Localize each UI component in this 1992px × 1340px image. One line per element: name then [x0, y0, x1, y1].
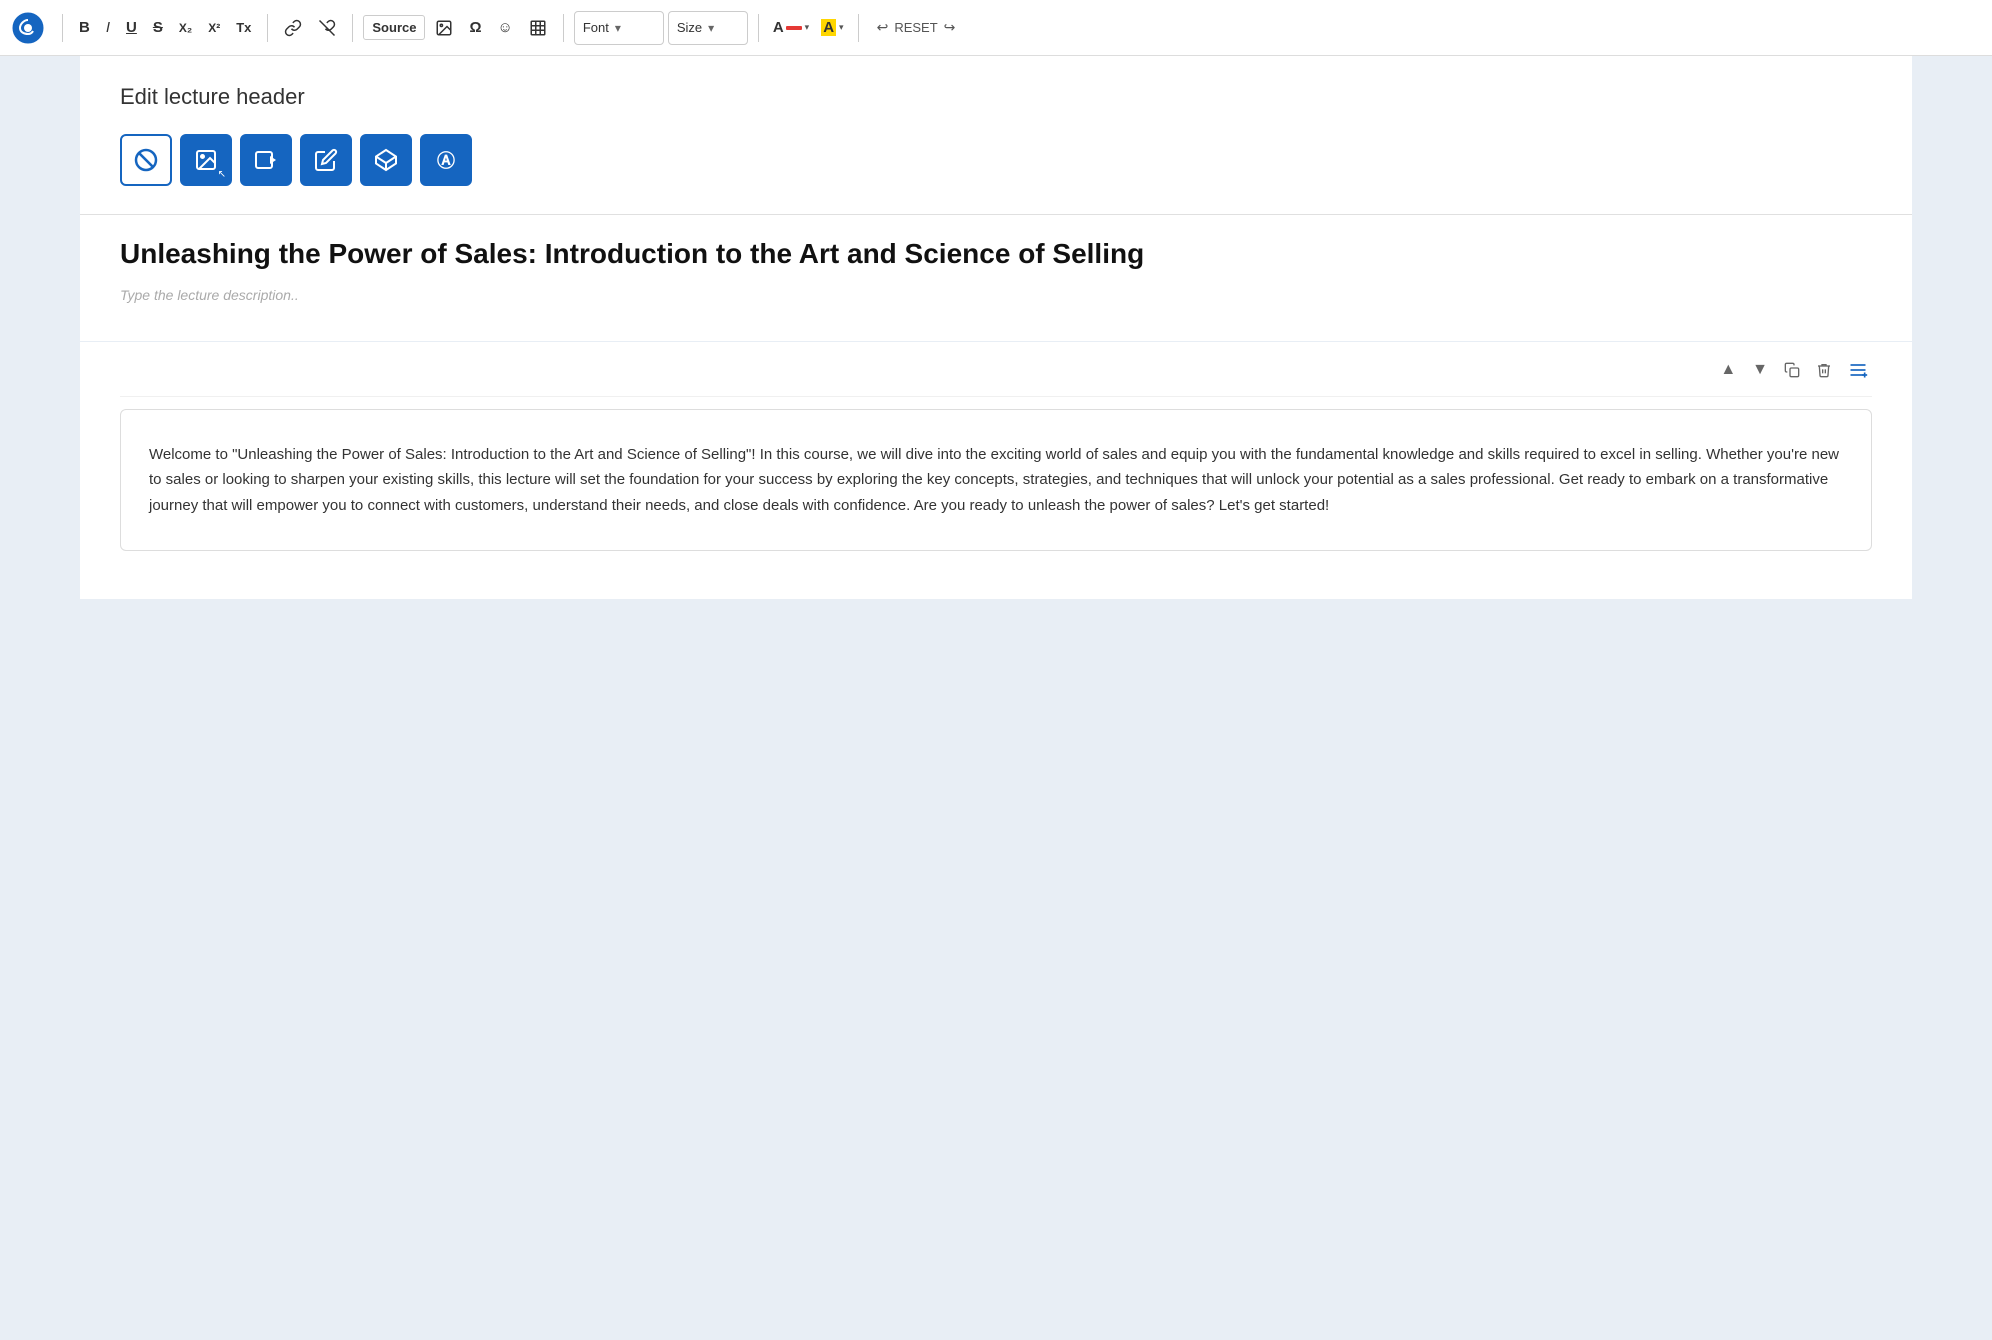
sep-5	[758, 14, 759, 42]
no-content-button[interactable]	[120, 134, 172, 186]
unlink-button[interactable]	[312, 15, 342, 41]
link-button[interactable]	[278, 15, 308, 41]
image-button[interactable]	[429, 15, 459, 41]
lecture-title-area: Unleashing the Power of Sales: Introduct…	[120, 215, 1872, 341]
reset-button[interactable]: ↩ RESET ↪	[869, 15, 964, 40]
highlight-label: A	[821, 19, 836, 36]
font-dropdown[interactable]: Font ▾	[574, 11, 664, 45]
clear-format-button[interactable]: Tx	[230, 16, 257, 39]
image-content-button[interactable]: ↖	[180, 134, 232, 186]
content-block-section: ▲ ▼	[80, 342, 1912, 600]
subscript-button[interactable]: X₂	[173, 17, 198, 39]
undo-icon: ↩	[877, 19, 889, 36]
redo-icon: ↪	[944, 19, 956, 36]
underline-button[interactable]: U	[120, 15, 143, 40]
source-button[interactable]: Source	[363, 15, 425, 40]
delete-block-button[interactable]	[1812, 358, 1836, 382]
lecture-body-text[interactable]: Welcome to "Unleashing the Power of Sale…	[120, 409, 1872, 552]
text-edit-button[interactable]	[300, 134, 352, 186]
lecture-header-section: Edit lecture header ↖	[80, 56, 1912, 341]
font-color-arrow: ▾	[805, 22, 810, 33]
size-label: Size	[677, 20, 702, 35]
italic-button[interactable]: I	[100, 15, 116, 40]
size-dropdown[interactable]: Size ▾	[668, 11, 748, 45]
font-color-button[interactable]: A ▾	[769, 15, 813, 40]
highlight-arrow: ▾	[839, 22, 844, 33]
font-color-label: A	[773, 19, 784, 36]
reset-label: RESET	[894, 20, 937, 35]
font-color-swatch	[786, 26, 802, 30]
sep-3	[352, 14, 353, 42]
content-type-toolbar: ↖ Ⓐ	[120, 134, 1872, 186]
font-label: Font	[583, 20, 609, 35]
lecture-main-title[interactable]: Unleashing the Power of Sales: Introduct…	[120, 235, 1872, 273]
move-up-button[interactable]: ▲	[1716, 357, 1740, 383]
table-button[interactable]	[523, 15, 553, 41]
add-block-button[interactable]	[1844, 356, 1872, 384]
copy-block-button[interactable]	[1780, 358, 1804, 382]
video-content-button[interactable]	[240, 134, 292, 186]
move-down-button[interactable]: ▼	[1748, 357, 1772, 383]
sep-2	[267, 14, 268, 42]
sep-1	[62, 14, 63, 42]
highlight-button[interactable]: A ▾	[817, 15, 847, 40]
size-arrow: ▾	[708, 21, 714, 35]
app-logo	[12, 12, 44, 44]
font-content-button[interactable]: Ⓐ	[420, 134, 472, 186]
ar-content-button[interactable]	[360, 134, 412, 186]
sep-6	[858, 14, 859, 42]
special-char-button[interactable]: Ω	[463, 15, 487, 40]
section-title: Edit lecture header	[120, 84, 1872, 110]
bold-button[interactable]: B	[73, 15, 96, 40]
block-toolbar: ▲ ▼	[120, 342, 1872, 397]
font-arrow: ▾	[615, 21, 621, 35]
sep-4	[563, 14, 564, 42]
lecture-description-placeholder[interactable]: Type the lecture description..	[120, 287, 1872, 303]
strikethrough-button[interactable]: S	[147, 15, 169, 40]
emoji-button[interactable]: ☺	[492, 15, 519, 40]
superscript-button[interactable]: X²	[202, 17, 226, 39]
main-toolbar: B I U S X₂ X² Tx Source Ω ☺	[0, 0, 1992, 56]
